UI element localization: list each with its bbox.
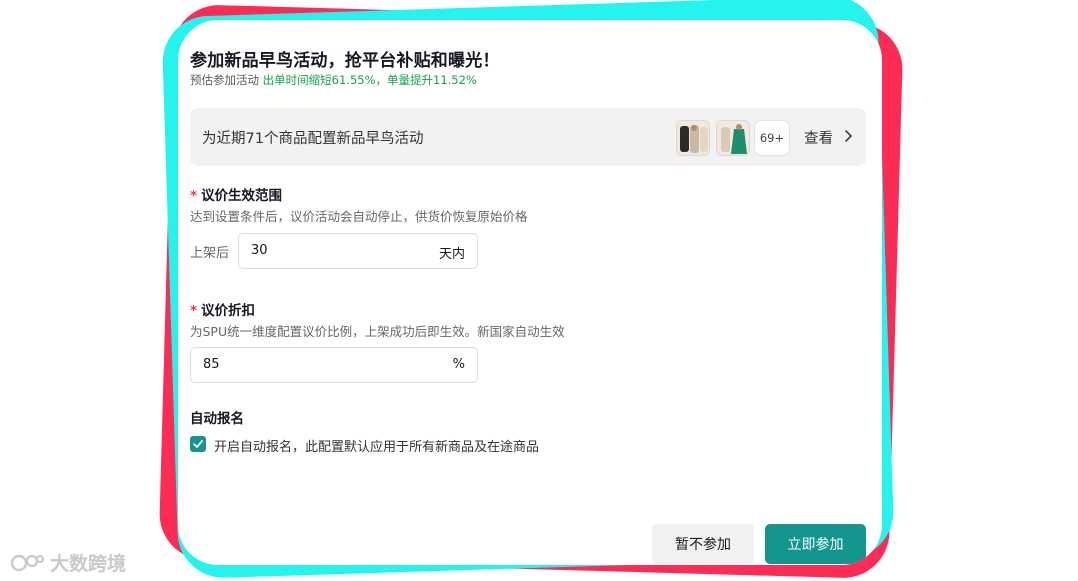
discount-label-text: 议价折扣 (201, 303, 256, 319)
campaign-dialog: 参加新品早鸟活动，抢平台补贴和曝光！ 预估参加活动 出单时间缩短61.55%，单… (178, 20, 882, 565)
price-range-days-value: 30 (251, 243, 268, 258)
listing-prefix-label: 上架后 (190, 246, 230, 261)
skip-button[interactable]: 暂不参加 (652, 524, 754, 564)
price-range-label-text: 议价生效范围 (201, 188, 283, 204)
price-range-days-unit: 天内 (438, 247, 465, 262)
discount-value: 85 (203, 357, 220, 372)
product-thumbnail (716, 120, 750, 156)
subtitle-prefix: 预估参加活动 (190, 73, 263, 87)
dialog-title: 参加新品早鸟活动，抢平台补贴和曝光！ (190, 51, 500, 71)
discount-description: 为SPU统一维度配置议价比例，上架成功后即生效。新国家自动生效 (190, 324, 565, 339)
watermark-text: 大数跨境 (50, 553, 127, 575)
subtitle-highlight: 出单时间缩短61.55%，单量提升11.52% (262, 73, 477, 87)
required-mark: * (190, 188, 198, 204)
price-range-days-input[interactable]: 30 天内 (238, 233, 478, 269)
product-config-banner: 为近期71个商品配置新品早鸟活动 69+ 查看 (190, 108, 866, 166)
product-thumbnail (676, 120, 710, 156)
checkmark-icon (193, 440, 203, 448)
dialog-subtitle: 预估参加活动 出单时间缩短61.55%，单量提升11.52% (190, 72, 477, 88)
watermark-logo-icon (10, 554, 44, 571)
discount-unit: % (452, 357, 465, 372)
discount-label: * 议价折扣 (190, 299, 255, 319)
price-range-description: 达到设置条件后，议价活动会自动停止，供货价恢复原始价格 (190, 209, 528, 224)
banner-text: 为近期71个商品配置新品早鸟活动 (202, 131, 424, 147)
discount-input[interactable]: 85 % (190, 347, 478, 383)
price-range-label: * 议价生效范围 (190, 184, 282, 204)
more-products-badge[interactable]: 69+ (754, 120, 790, 156)
auto-enroll-checkbox-label[interactable]: 开启自动报名，此配置默认应用于所有新商品及在途商品 (214, 436, 539, 455)
required-mark: * (190, 303, 198, 319)
chevron-right-icon[interactable] (842, 129, 854, 143)
auto-enroll-checkbox[interactable] (190, 436, 206, 452)
view-products-link[interactable]: 查看 (804, 127, 833, 148)
watermark: 大数跨境 (10, 549, 126, 576)
auto-enroll-label: 自动报名 (190, 411, 244, 427)
join-now-button[interactable]: 立即参加 (765, 524, 866, 564)
